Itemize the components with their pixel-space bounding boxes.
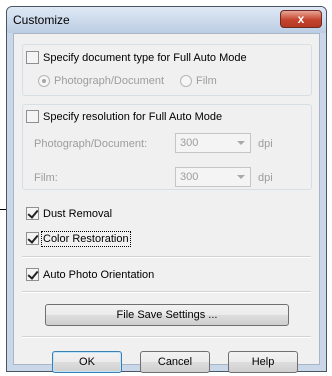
film-resolution-unit: dpi: [258, 172, 273, 184]
ok-label: OK: [79, 356, 95, 368]
color-restoration-row[interactable]: Color Restoration: [26, 230, 131, 247]
document-type-checkbox-row[interactable]: Specify document type for Full Auto Mode: [26, 51, 247, 64]
document-type-checkbox-label: Specify document type for Full Auto Mode: [43, 51, 247, 64]
radio-photograph-document-label: Photograph/Document: [54, 75, 165, 87]
photo-resolution-label-text: Photograph/Document:: [34, 138, 148, 150]
help-label: Help: [251, 356, 275, 368]
photo-resolution-unit: dpi: [258, 138, 273, 150]
photo-resolution-label: Photograph/Document:: [34, 138, 147, 150]
auto-photo-orientation-row[interactable]: Auto Photo Orientation: [26, 268, 154, 281]
dialog-body: Specify document type for Full Auto Mode…: [13, 33, 320, 373]
resolution-checkbox-label: Specify resolution for Full Auto Mode: [43, 110, 223, 123]
separator: [22, 256, 311, 258]
photo-resolution-select[interactable]: 300: [175, 133, 251, 153]
window-title: Customize: [13, 13, 70, 27]
file-save-settings-button[interactable]: File Save Settings ...: [45, 304, 289, 326]
help-button[interactable]: Help: [228, 351, 298, 373]
dust-removal-row[interactable]: Dust Removal: [26, 207, 112, 220]
separator: [22, 291, 311, 293]
document-type-checkbox[interactable]: [26, 51, 39, 64]
cancel-button[interactable]: Cancel: [140, 351, 210, 373]
radio-film-button[interactable]: [180, 75, 192, 87]
radio-film[interactable]: Film: [180, 75, 217, 87]
color-restoration-checkbox[interactable]: [26, 232, 39, 245]
dust-removal-checkbox[interactable]: [26, 207, 39, 220]
radio-photograph-document[interactable]: Photograph/Document: [38, 75, 164, 87]
resolution-checkbox-row[interactable]: Specify resolution for Full Auto Mode: [26, 110, 222, 123]
photo-resolution-value: 300: [180, 137, 199, 149]
radio-film-label: Film: [196, 75, 217, 87]
cancel-label: Cancel: [157, 356, 193, 368]
title-bar[interactable]: Customize x: [7, 7, 326, 33]
auto-photo-orientation-label: Auto Photo Orientation: [43, 268, 155, 281]
chevron-down-icon: [237, 141, 245, 145]
resolution-checkbox[interactable]: [26, 110, 39, 123]
film-resolution-label: Film:: [34, 172, 58, 184]
close-icon: x: [297, 12, 305, 26]
close-button[interactable]: x: [280, 10, 322, 28]
dust-removal-label: Dust Removal: [43, 207, 113, 220]
file-save-settings-label: File Save Settings ...: [116, 309, 218, 321]
ok-button[interactable]: OK: [52, 351, 122, 373]
color-restoration-label: Color Restoration: [41, 230, 131, 247]
chevron-down-icon: [237, 175, 245, 179]
film-resolution-select[interactable]: 300: [175, 167, 251, 187]
film-resolution-label-text: Film:: [34, 172, 58, 184]
customize-dialog: Customize x Specify document type for Fu…: [6, 6, 327, 373]
radio-photograph-document-button[interactable]: [38, 75, 50, 87]
film-resolution-value: 300: [180, 171, 199, 183]
separator: [22, 336, 311, 338]
auto-photo-orientation-checkbox[interactable]: [26, 268, 39, 281]
